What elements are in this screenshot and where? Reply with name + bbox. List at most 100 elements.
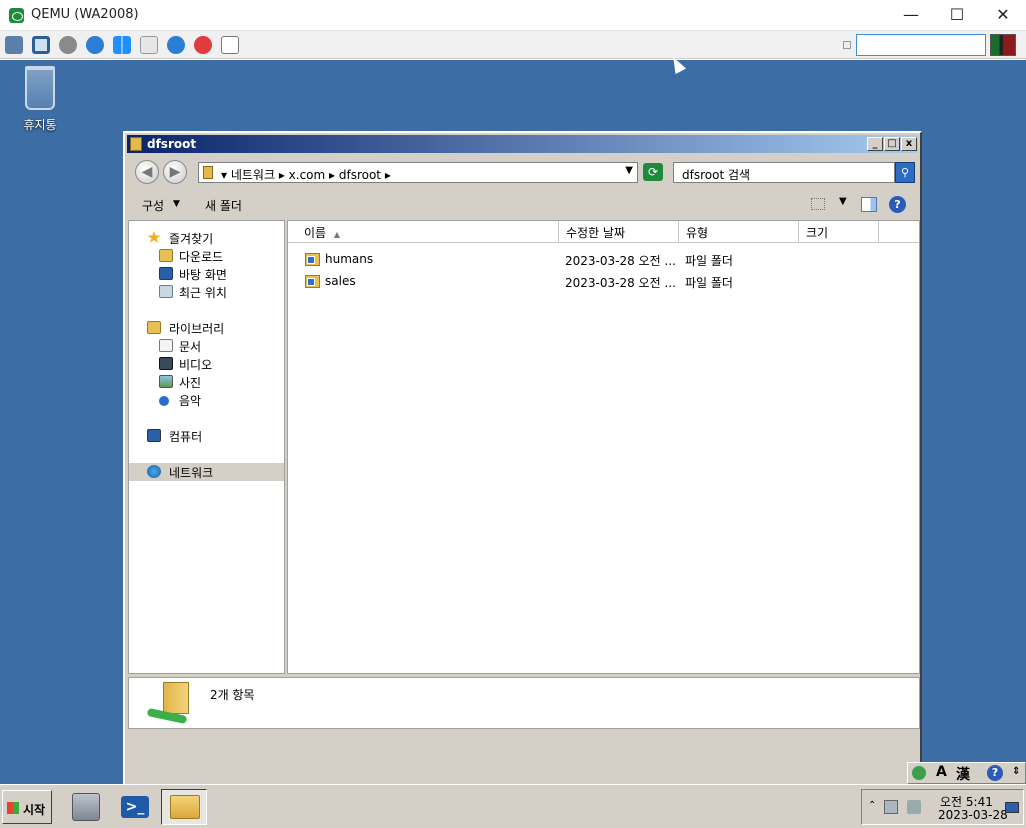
screenshot-icon[interactable] [221, 36, 239, 54]
table-row[interactable]: sales 2023-03-28 오전 ... 파일 폴더 [288, 272, 919, 292]
color-indicator [990, 34, 1016, 56]
keyboard-icon[interactable] [140, 36, 158, 54]
organize-button[interactable]: 구성 [142, 197, 164, 214]
qemu-titlebar: QEMU (WA2008) — ☐ ✕ [0, 0, 1026, 31]
new-folder-button[interactable]: 새 폴더 [205, 197, 242, 214]
hanja-button[interactable]: 漢 [956, 764, 970, 784]
show-hidden-icons-icon[interactable]: ⌃ [868, 800, 876, 811]
nav-item-recent[interactable]: 최근 위치 [129, 283, 284, 301]
power-off-icon[interactable] [194, 36, 212, 54]
preview-pane-icon[interactable] [861, 197, 877, 212]
host-close-button[interactable]: ✕ [980, 0, 1026, 31]
clock-date[interactable]: 2023-03-28 [938, 808, 1008, 822]
documents-icon [159, 339, 173, 352]
file-name: sales [325, 274, 356, 288]
nav-item-favorites[interactable]: 즐겨찾기 [129, 229, 284, 247]
help-icon[interactable]: ? [889, 196, 906, 213]
breadcrumb[interactable]: ▾ 네트워크 ▸ x.com ▸ dfsroot ▸ [221, 166, 391, 183]
explorer-window: dfsroot _ □ x ◀ ▶ ▾ 네트워크 ▸ x.com ▸ dfsro… [123, 131, 922, 790]
info-icon[interactable] [167, 36, 185, 54]
explorer-minimize-button[interactable]: _ [867, 137, 883, 151]
back-button[interactable]: ◀ [135, 160, 159, 184]
explorer-maximize-button[interactable]: □ [884, 137, 900, 151]
navigation-pane: 즐겨찾기 다운로드 바탕 화면 최근 위치 라이브러리 문서 비디오 사진 음악… [128, 220, 285, 674]
nav-item-desktop[interactable]: 바탕 화면 [129, 265, 284, 283]
host-minimize-button[interactable]: — [888, 0, 934, 31]
file-type: 파일 폴더 [685, 276, 733, 290]
toolbar-input[interactable] [856, 34, 986, 56]
language-bar: A 漢 ? ⇕ [907, 762, 1026, 784]
address-dropdown-button[interactable]: ▼ [625, 165, 633, 176]
column-header-modified[interactable]: 수정한 날짜 [559, 221, 679, 242]
input-mode-button[interactable]: A [936, 764, 947, 780]
view-dropdown-icon[interactable]: ▼ [839, 196, 847, 207]
network-icon[interactable] [5, 36, 23, 54]
explorer-folder-icon [170, 795, 200, 819]
column-header-size[interactable]: 크기 [799, 221, 879, 242]
item-count: 2개 항목 [210, 688, 255, 702]
view-options-icon[interactable] [811, 198, 825, 210]
nav-item-pictures[interactable]: 사진 [129, 373, 284, 391]
host-maximize-button[interactable]: ☐ [934, 0, 980, 31]
nav-item-documents[interactable]: 문서 [129, 337, 284, 355]
music-note-icon [159, 396, 169, 406]
start-button[interactable]: 시작 [2, 790, 52, 824]
forward-button[interactable]: ▶ [163, 160, 187, 184]
file-type: 파일 폴더 [685, 254, 733, 268]
nav-item-videos[interactable]: 비디오 [129, 355, 284, 373]
powershell-button[interactable]: >_ [112, 789, 158, 825]
shared-folder-icon [305, 275, 320, 288]
server-manager-icon [72, 793, 100, 821]
show-desktop-icon[interactable] [1005, 802, 1019, 813]
network-globe-icon [147, 465, 161, 478]
column-header-type[interactable]: 유형 [679, 221, 799, 242]
ime-icon[interactable] [912, 766, 926, 780]
fullscreen-icon[interactable] [32, 36, 50, 54]
toolbar-checkbox[interactable] [843, 41, 851, 49]
recycle-bin[interactable]: 휴지통 [14, 66, 66, 133]
server-manager-button[interactable] [64, 789, 110, 825]
downloads-folder-icon [159, 249, 173, 262]
nav-item-libraries[interactable]: 라이브러리 [129, 319, 284, 337]
file-modified: 2023-03-28 오전 ... [565, 254, 676, 268]
sort-ascending-icon: ▲ [333, 230, 341, 239]
pictures-icon [159, 375, 173, 388]
star-icon [147, 231, 161, 243]
table-row[interactable]: humans 2023-03-28 오전 ... 파일 폴더 [288, 250, 919, 270]
explorer-taskbar-button[interactable] [161, 789, 207, 825]
organize-dropdown-icon[interactable]: ▼ [173, 199, 180, 209]
nav-item-downloads[interactable]: 다운로드 [129, 247, 284, 265]
system-tray: ⌃ 오전 5:41 2023-03-28 [861, 789, 1024, 825]
network-status-icon[interactable] [884, 800, 898, 814]
langbar-help-icon[interactable]: ? [987, 765, 1003, 781]
explorer-close-button[interactable]: x [901, 137, 917, 151]
refresh-button[interactable]: ⟳ [643, 163, 663, 181]
file-modified: 2023-03-28 오전 ... [565, 276, 676, 290]
desktop-icon [159, 267, 173, 280]
volume-muted-icon[interactable] [907, 800, 921, 814]
column-header-name[interactable]: 이름 ▲ [288, 221, 559, 242]
recycle-bin-label: 휴지통 [23, 118, 57, 132]
computer-icon [147, 429, 161, 442]
recent-places-icon [159, 285, 173, 298]
folder-icon [130, 137, 142, 151]
windows-flag-icon [7, 802, 19, 814]
nav-item-computer[interactable]: 컴퓨터 [129, 427, 284, 445]
gear-icon[interactable] [59, 36, 77, 54]
nav-item-music[interactable]: 음악 [129, 391, 284, 409]
details-pane: 2개 항목 [128, 677, 920, 729]
qemu-toolbar [0, 31, 1026, 59]
guest-desktop: 휴지통 dfsroot _ □ x ◀ ▶ ▾ 네트워크 ▸ x.com ▸ d… [0, 54, 1026, 828]
qemu-app-icon [9, 8, 24, 23]
library-icon [147, 321, 161, 334]
file-list: 이름 ▲ 수정한 날짜 유형 크기 humans 2023-03-28 오전 .… [287, 220, 920, 674]
refresh-icon[interactable] [86, 36, 104, 54]
nav-item-network[interactable]: 네트워크 [129, 463, 284, 481]
qemu-window-title: QEMU (WA2008) [31, 7, 139, 22]
search-icon[interactable]: ⚲ [895, 162, 915, 183]
explorer-titlebar[interactable]: dfsroot _ □ x [127, 135, 918, 153]
search-input[interactable]: dfsroot 검색 [673, 162, 895, 183]
langbar-options-icon[interactable]: ⇕ [1012, 766, 1020, 777]
address-bar[interactable]: ▾ 네트워크 ▸ x.com ▸ dfsroot ▸ ▼ [198, 162, 638, 183]
windows-logo-icon[interactable] [113, 36, 131, 54]
